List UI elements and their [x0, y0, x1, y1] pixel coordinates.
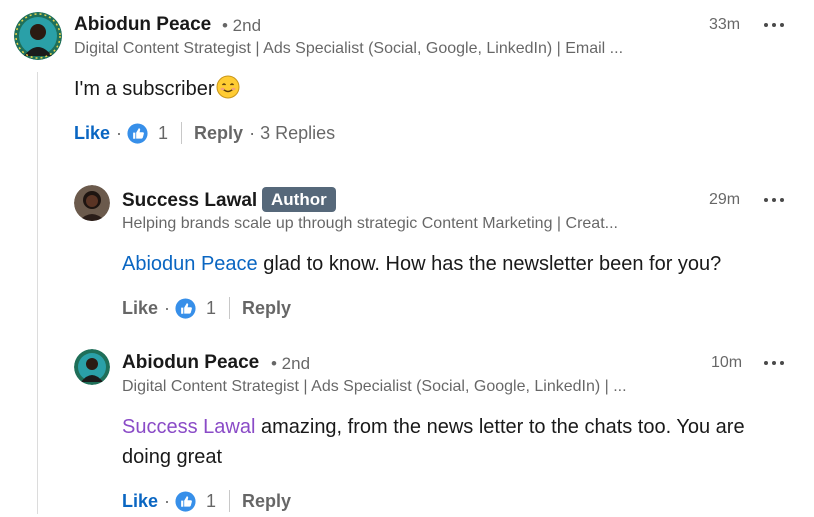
comment-timestamp: 33m	[709, 16, 741, 33]
separator-dot: ·	[116, 122, 123, 143]
avatar[interactable]	[74, 349, 110, 385]
reply-button[interactable]: Reply	[194, 123, 243, 144]
divider	[229, 490, 231, 512]
reply-actions: Like · 1 Reply	[122, 296, 291, 320]
like-button[interactable]: Like	[122, 298, 158, 319]
reply-button[interactable]: Reply	[242, 298, 291, 319]
smiling-face-icon	[216, 75, 240, 108]
comment-text-content: I'm a subscriber	[74, 78, 215, 100]
reply-actions: Like · 1 Reply	[122, 489, 291, 513]
like-reaction-icon[interactable]	[127, 122, 148, 144]
reply-text-content: glad to know. How has the newsletter bee…	[257, 253, 722, 275]
avatar[interactable]	[14, 12, 62, 60]
thread-line	[37, 72, 38, 514]
connection-degree: • 2nd	[222, 16, 262, 35]
reply-button[interactable]: Reply	[242, 491, 291, 512]
like-button[interactable]: Like	[122, 491, 158, 512]
reaction-count[interactable]: 1	[206, 298, 216, 319]
reply-author-name[interactable]: Abiodun Peace	[122, 352, 259, 374]
reaction-count[interactable]: 1	[158, 123, 168, 144]
reply-author-headline: Digital Content Strategist | Ads Special…	[122, 378, 627, 395]
divider	[229, 297, 231, 319]
connection-degree: • 2nd	[271, 354, 311, 373]
separator-dot: ·	[164, 297, 171, 318]
like-reaction-icon[interactable]	[175, 490, 196, 512]
reply-text: Success Lawal amazing, from the news let…	[122, 412, 792, 472]
replies-count-link[interactable]: 3 Replies	[260, 123, 335, 144]
more-options-icon[interactable]	[764, 358, 786, 368]
author-badge: Author	[262, 187, 336, 212]
reply-timestamp: 29m	[709, 191, 741, 208]
separator-dot: ·	[164, 490, 171, 511]
mention-link[interactable]: Success Lawal	[122, 416, 255, 438]
more-options-icon[interactable]	[764, 195, 786, 205]
like-reaction-icon[interactable]	[175, 297, 196, 319]
comment-actions: Like · 1 Reply · 3 Replies	[74, 121, 335, 145]
reply-timestamp: 10m	[711, 354, 743, 371]
like-button[interactable]: Like	[74, 123, 110, 144]
separator-dot: ·	[249, 122, 256, 143]
more-options-icon[interactable]	[764, 20, 786, 30]
mention-link[interactable]: Abiodun Peace	[122, 253, 258, 275]
reply-author-headline: Helping brands scale up through strategi…	[122, 215, 618, 232]
comment-author-name[interactable]: Abiodun Peace	[74, 14, 211, 36]
divider	[181, 122, 183, 144]
comment-text: I'm a subscriber	[74, 74, 240, 108]
reaction-count[interactable]: 1	[206, 491, 216, 512]
avatar[interactable]	[74, 185, 110, 221]
comment-author-headline: Digital Content Strategist | Ads Special…	[74, 40, 624, 57]
reply-author-name[interactable]: Success Lawal	[122, 190, 257, 212]
reply-text: Abiodun Peace glad to know. How has the …	[122, 249, 782, 279]
